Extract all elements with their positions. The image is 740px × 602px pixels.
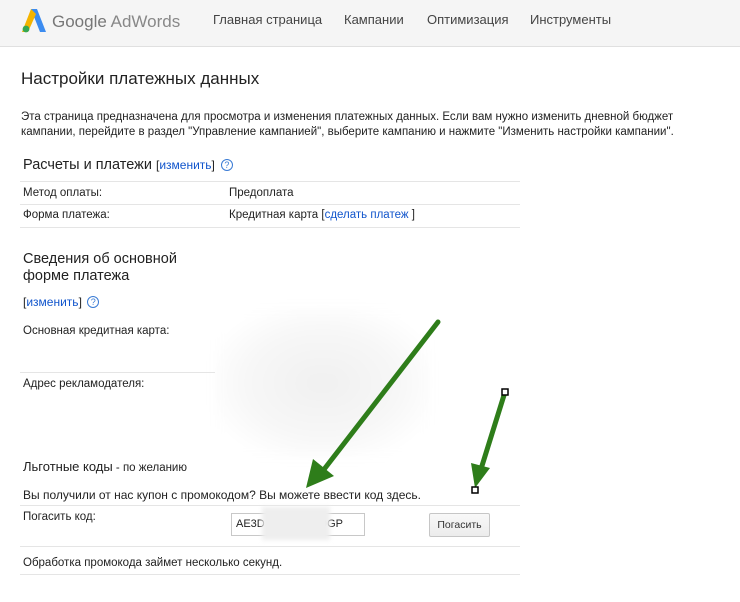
arrow-line-left bbox=[319, 319, 441, 475]
arrow-head-right bbox=[471, 463, 490, 488]
handle-top[interactable] bbox=[501, 388, 509, 396]
arrow-line-right bbox=[478, 389, 508, 472]
annotation-arrows bbox=[306, 319, 509, 494]
handle-bottom[interactable] bbox=[471, 486, 479, 494]
